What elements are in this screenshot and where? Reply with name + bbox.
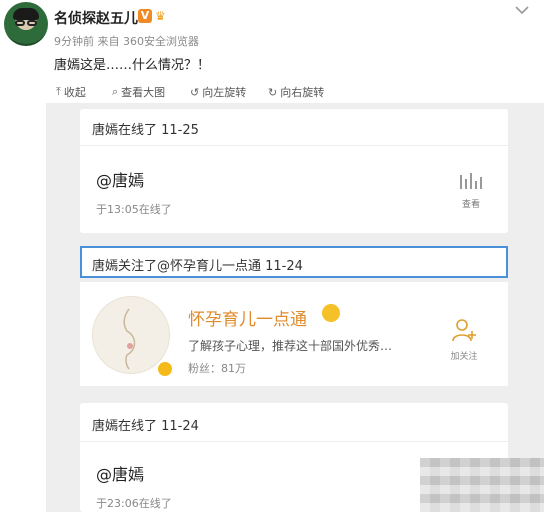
- divider: [80, 145, 508, 146]
- account-fans: 粉丝：81万: [188, 362, 246, 375]
- view-button[interactable]: 查看: [456, 171, 486, 210]
- post-header: 名侦探赵五儿 V ♛ 9分钟前 来自 360安全浏览器 唐嫣这是……什么情况？！: [0, 0, 544, 84]
- rotate-right-button[interactable]: ↻ 向右旋转: [268, 84, 324, 100]
- account-name[interactable]: 怀孕育儿一点通: [188, 305, 307, 330]
- avatar-glasses-right: [27, 20, 37, 26]
- image-toolbar: ⤒ 收起 ⌕ 查看大图 ↺ 向左旋转 ↻ 向右旋转: [46, 84, 544, 102]
- follow-activity-bar: 唐嫣关注了@怀孕育儿一点通 11-24: [80, 246, 508, 278]
- username[interactable]: 名侦探赵五儿: [54, 8, 138, 28]
- mention-link[interactable]: @唐嫣: [96, 167, 144, 191]
- rotate-right-icon: ↻: [268, 85, 278, 99]
- blurred-watermark-overlay: [420, 458, 544, 512]
- verified-badge-icon: V: [138, 9, 152, 23]
- rotate-right-label: 向右旋转: [280, 86, 325, 99]
- avatar-glasses-left: [15, 20, 25, 26]
- sunglasses-emoji-icon: [322, 304, 340, 322]
- follow-label: 加关注: [450, 352, 478, 362]
- follow-activity-text: 唐嫣关注了@怀孕育儿一点通 11-24: [92, 259, 303, 274]
- rotate-left-button[interactable]: ↺ 向左旋转: [190, 84, 246, 100]
- collapse-button[interactable]: ⤒ 收起: [56, 84, 86, 100]
- account-description: 了解孩子心理，推荐这十部国外优秀…: [188, 339, 393, 353]
- rotate-left-icon: ↺: [190, 85, 200, 99]
- online-card-1: 唐嫣在线了 11-25 @唐嫣 于13:05在线了 查看: [80, 109, 508, 233]
- post-image[interactable]: 唐嫣在线了 11-25 @唐嫣 于13:05在线了 查看 唐嫣关注了@怀孕育儿一…: [46, 103, 544, 512]
- view-label: 查看: [461, 200, 480, 210]
- online-card-title: 唐嫣在线了 11-24: [92, 419, 199, 434]
- follow-button[interactable]: 加关注: [444, 317, 484, 362]
- online-card-title: 唐嫣在线了 11-25: [92, 123, 199, 138]
- post-meta: 9分钟前 来自 360安全浏览器: [54, 35, 199, 48]
- search-icon: ⌕: [112, 85, 119, 98]
- bar-chart-icon: [460, 173, 482, 189]
- post-text: 唐嫣这是……什么情况？！: [54, 58, 211, 73]
- view-large-label: 查看大图: [121, 86, 166, 99]
- divider: [80, 441, 508, 442]
- account-card[interactable]: 怀孕育儿一点通 了解孩子心理，推荐这十部国外优秀… 粉丝：81万 加关注: [80, 282, 508, 386]
- collapse-label: 收起: [63, 86, 86, 99]
- rotate-left-label: 向左旋转: [202, 86, 247, 99]
- online-time: 于23:06在线了: [96, 497, 172, 510]
- mention-link[interactable]: @唐嫣: [96, 461, 144, 485]
- online-time: 于13:05在线了: [96, 203, 172, 216]
- chevron-down-icon[interactable]: [514, 4, 530, 16]
- user-avatar[interactable]: [4, 2, 48, 46]
- add-user-icon: [452, 319, 476, 342]
- avatar-hair: [13, 8, 39, 20]
- view-large-button[interactable]: ⌕ 查看大图: [112, 84, 165, 100]
- collapse-icon: ⤒: [56, 85, 61, 98]
- crown-icon: ♛: [155, 9, 166, 23]
- account-avatar[interactable]: [92, 296, 170, 374]
- verified-badge-icon: [158, 362, 172, 376]
